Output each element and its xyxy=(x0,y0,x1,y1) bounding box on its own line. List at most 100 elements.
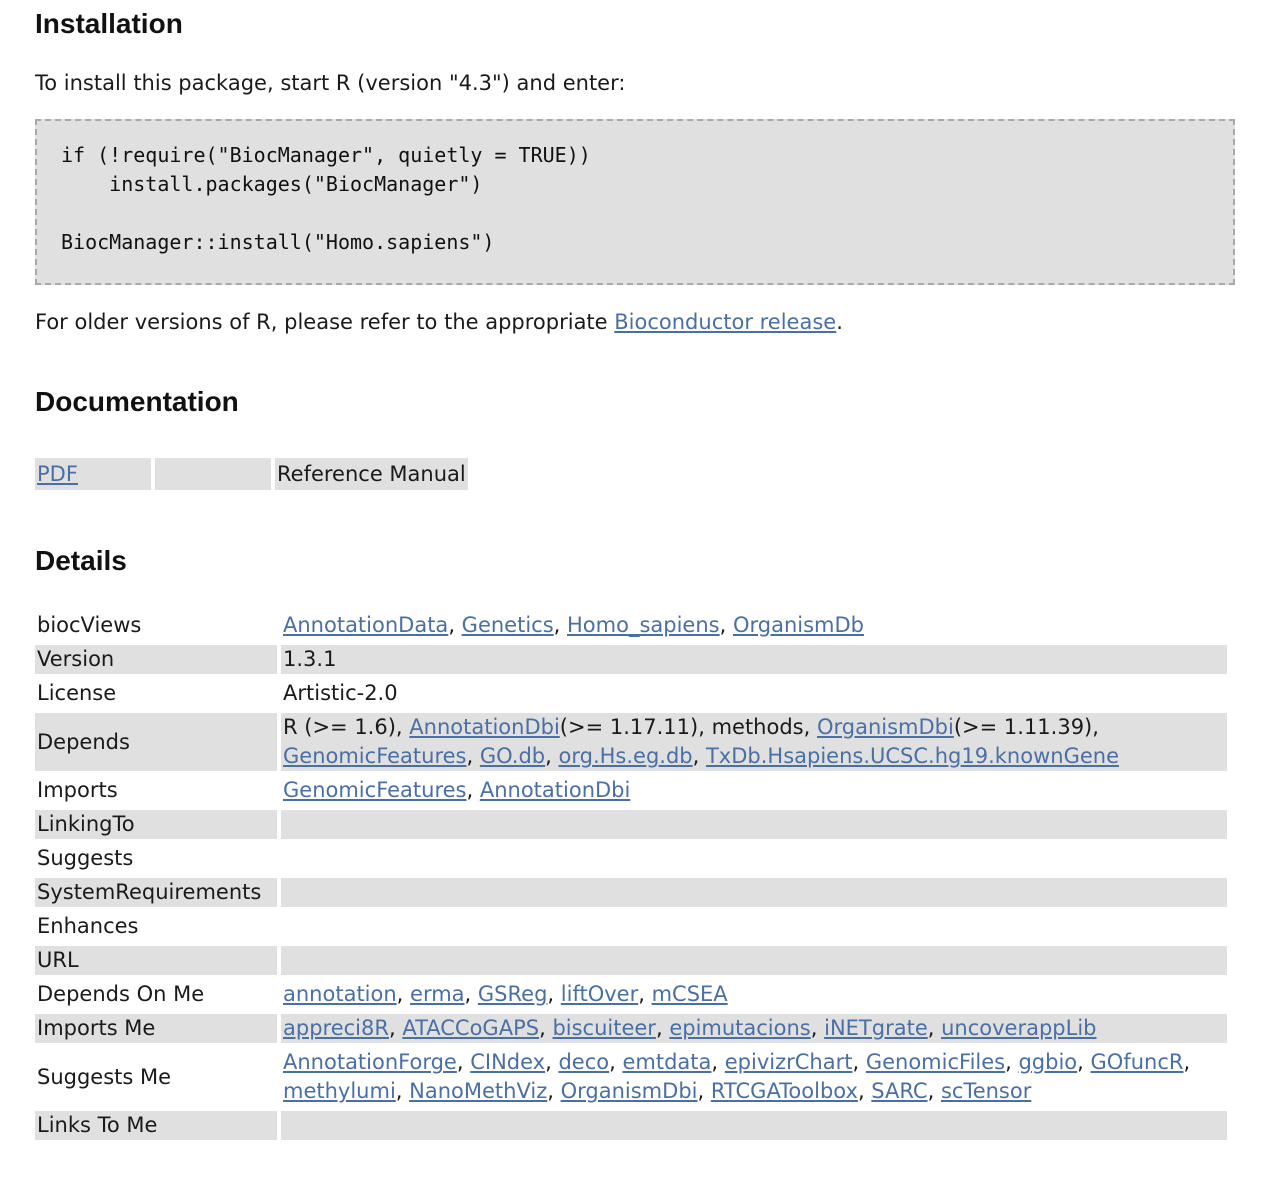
item-separator: , xyxy=(803,715,817,739)
detail-text: Artistic-2.0 xyxy=(283,681,398,705)
details-row: Links To Me xyxy=(35,1111,1227,1140)
package-link[interactable]: GenomicFeatures xyxy=(283,744,466,768)
details-row: Imports Me appreci8R, ATACCoGAPS, biscuit… xyxy=(35,1014,1227,1043)
package-link[interactable]: Genetics xyxy=(462,613,554,637)
item-separator: , xyxy=(857,1079,872,1103)
package-link[interactable]: erma xyxy=(410,982,465,1006)
item-separator: , xyxy=(547,982,561,1006)
package-link[interactable]: annotation xyxy=(283,982,397,1006)
package-link[interactable]: GOfuncR xyxy=(1091,1050,1184,1074)
package-link[interactable]: appreci8R xyxy=(283,1016,389,1040)
package-link[interactable]: GenomicFiles xyxy=(866,1050,1005,1074)
package-link[interactable]: scTensor xyxy=(941,1079,1031,1103)
package-link[interactable]: mCSEA xyxy=(652,982,728,1006)
package-link[interactable]: OrganismDbi xyxy=(561,1079,698,1103)
item-separator: , xyxy=(539,1016,553,1040)
package-link[interactable]: biscuiteer xyxy=(552,1016,656,1040)
details-row: SystemRequirements xyxy=(35,878,1227,907)
item-separator: , xyxy=(456,1050,471,1074)
package-link[interactable]: AnnotationDbi xyxy=(409,715,560,739)
details-value: AnnotationForge, CINdex, deco, emtdata, … xyxy=(281,1048,1227,1106)
package-link[interactable]: methylumi xyxy=(283,1079,396,1103)
details-key: Version xyxy=(35,645,277,674)
details-row: Imports GenomicFeatures, AnnotationDbi xyxy=(35,776,1227,805)
package-link[interactable]: liftOver xyxy=(561,982,638,1006)
package-link[interactable]: epimutacions xyxy=(669,1016,810,1040)
details-key: URL xyxy=(35,946,277,975)
details-value xyxy=(281,1111,1227,1140)
details-key: SystemRequirements xyxy=(35,878,277,907)
details-table: biocViews AnnotationData, Genetics, Homo_… xyxy=(31,606,1231,1145)
package-link[interactable]: AnnotationDbi xyxy=(480,778,631,802)
details-value: 1.3.1 xyxy=(281,645,1227,674)
details-key: Links To Me xyxy=(35,1111,277,1140)
older-versions-note: For older versions of R, please refer to… xyxy=(35,307,843,337)
item-separator: , xyxy=(545,1050,559,1074)
package-link[interactable]: GSReg xyxy=(478,982,548,1006)
details-value xyxy=(281,912,1227,941)
package-link[interactable]: GenomicFeatures xyxy=(283,778,466,802)
details-value: appreci8R, ATACCoGAPS, biscuiteer, epimu… xyxy=(281,1014,1227,1043)
package-link[interactable]: deco xyxy=(558,1050,609,1074)
older-versions-period: . xyxy=(836,310,843,334)
package-link[interactable]: Homo_sapiens xyxy=(567,613,720,637)
item-separator: , xyxy=(692,744,706,768)
code-line-1: if (!require("BiocManager", quietly = TR… xyxy=(61,143,591,167)
item-separator: , xyxy=(1092,715,1099,739)
package-link[interactable]: SARC xyxy=(871,1079,927,1103)
pdf-link[interactable]: PDF xyxy=(37,462,78,486)
package-link[interactable]: AnnotationForge xyxy=(283,1050,457,1074)
details-value xyxy=(281,878,1227,907)
package-link[interactable]: iNETgrate xyxy=(824,1016,928,1040)
details-value xyxy=(281,946,1227,975)
package-link[interactable]: org.Hs.eg.db xyxy=(559,744,693,768)
item-separator: , xyxy=(698,715,712,739)
doc-script-cell xyxy=(155,458,271,490)
item-separator: , xyxy=(388,1016,403,1040)
documentation-row: PDF Reference Manual xyxy=(35,458,468,490)
details-row: biocViews AnnotationData, Genetics, Homo_… xyxy=(35,611,1227,640)
version-constraint: (>= 1.11.39) xyxy=(953,715,1093,739)
package-link[interactable]: RTCGAToolbox xyxy=(711,1079,858,1103)
package-link[interactable]: ATACCoGAPS xyxy=(402,1016,539,1040)
details-key: LinkingTo xyxy=(35,810,277,839)
package-link[interactable]: OrganismDbi xyxy=(817,715,954,739)
documentation-table: PDF Reference Manual xyxy=(31,458,472,490)
details-value: GenomicFeatures, AnnotationDbi xyxy=(281,776,1227,805)
details-key: Suggests xyxy=(37,846,134,870)
item-separator: , xyxy=(545,744,559,768)
item-separator: , xyxy=(547,1079,561,1103)
item-separator: , xyxy=(719,613,733,637)
details-row: Suggests Me AnnotationForge, CINdex, deco… xyxy=(35,1048,1227,1106)
details-row: Depends On Me annotation, erma, GSReg, li… xyxy=(35,980,1227,1009)
package-link[interactable]: epivizrChart xyxy=(725,1050,853,1074)
package-link[interactable]: NanoMethViz xyxy=(409,1079,547,1103)
details-row: License Artistic-2.0 xyxy=(35,679,1227,708)
package-link[interactable]: emtdata xyxy=(622,1050,711,1074)
installation-intro: To install this package, start R (versio… xyxy=(35,71,626,95)
bioconductor-release-link[interactable]: Bioconductor release xyxy=(614,310,836,334)
package-link[interactable]: TxDb.Hsapiens.UCSC.hg19.knownGene xyxy=(706,744,1119,768)
item-separator: , xyxy=(697,1079,711,1103)
install-code-block[interactable]: if (!require("BiocManager", quietly = TR… xyxy=(35,119,1235,285)
details-value xyxy=(281,844,1227,873)
item-separator: , xyxy=(553,613,568,637)
details-key: Depends On Me xyxy=(37,982,205,1006)
details-value xyxy=(281,810,1227,839)
older-versions-text: For older versions of R, please refer to… xyxy=(35,310,615,334)
package-link[interactable]: GO.db xyxy=(480,744,545,768)
package-link[interactable]: OrganismDb xyxy=(733,613,864,637)
package-link[interactable]: AnnotationData xyxy=(283,613,448,637)
item-separator: , xyxy=(927,1016,942,1040)
item-separator: , xyxy=(1005,1050,1019,1074)
details-row: Enhances xyxy=(35,912,1227,941)
item-separator: , xyxy=(1077,1050,1091,1074)
package-link[interactable]: ggbio xyxy=(1018,1050,1077,1074)
package-link[interactable]: CINdex xyxy=(470,1050,545,1074)
item-separator: , xyxy=(810,1016,825,1040)
details-key: Depends xyxy=(35,713,277,771)
details-row: LinkingTo xyxy=(35,810,1227,839)
details-row: Suggests xyxy=(35,844,1227,873)
package-link[interactable]: uncoverappLib xyxy=(941,1016,1096,1040)
code-line-4: BiocManager::install("Homo.sapiens") xyxy=(61,230,495,254)
